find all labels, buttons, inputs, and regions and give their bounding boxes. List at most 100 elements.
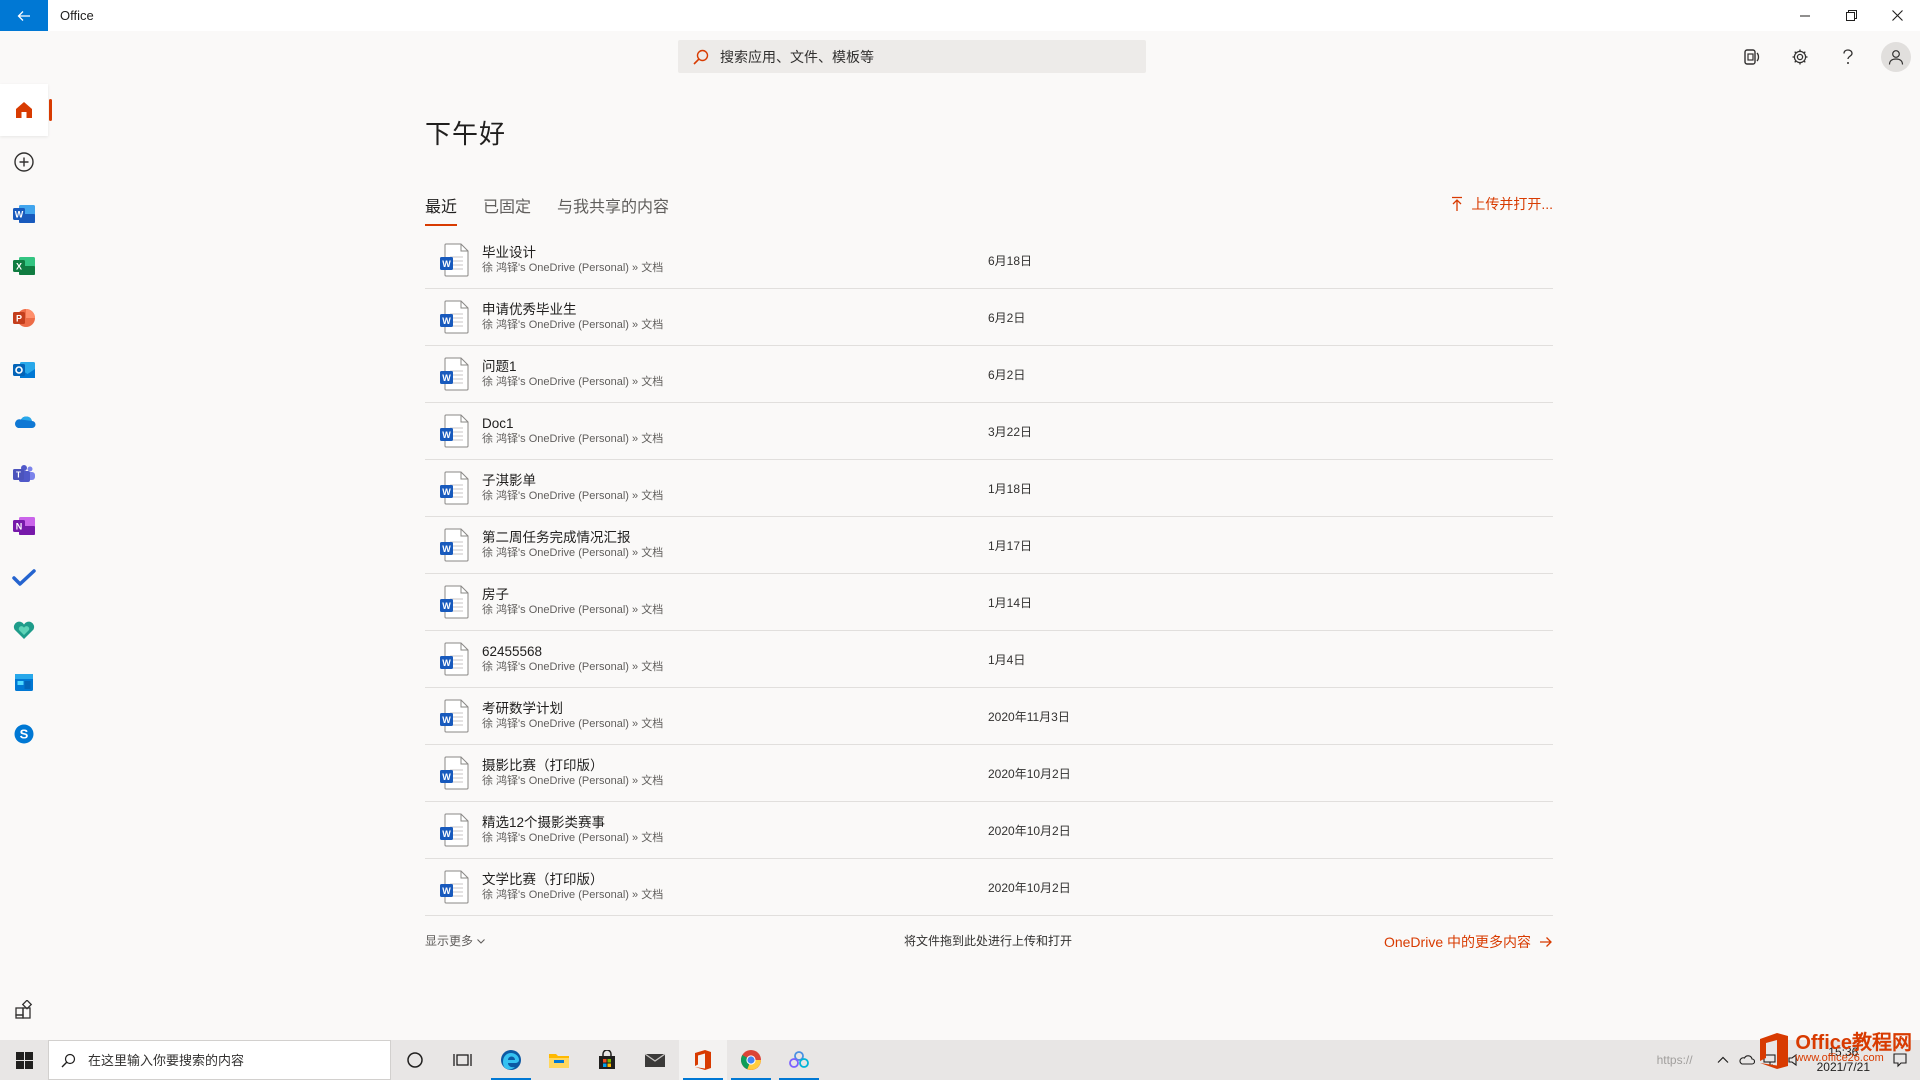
rail-item-teams[interactable]: T bbox=[0, 448, 48, 500]
rail-item-todo[interactable] bbox=[0, 552, 48, 604]
rail-item-excel[interactable]: X bbox=[0, 240, 48, 292]
rail-item-onedrive[interactable] bbox=[0, 396, 48, 448]
file-row[interactable]: W 申请优秀毕业生 徐 鸿铎's OneDrive (Personal) » 文… bbox=[425, 289, 1553, 346]
file-name: 房子 bbox=[482, 587, 509, 602]
rail-item-create[interactable] bbox=[0, 136, 48, 188]
svg-text:W: W bbox=[442, 658, 451, 668]
tab-shared-with-me[interactable]: 与我共享的内容 bbox=[557, 193, 669, 224]
upload-arrow-icon bbox=[1452, 196, 1463, 211]
back-button[interactable] bbox=[0, 0, 48, 31]
avatar bbox=[1881, 41, 1911, 72]
file-location: 徐 鸿铎's OneDrive (Personal) » 文档 bbox=[482, 661, 664, 673]
file-modified-date: 1月18日 bbox=[988, 481, 1033, 496]
file-name: 摄影比赛（打印版） bbox=[482, 758, 604, 773]
svg-text:W: W bbox=[442, 772, 451, 782]
help-button[interactable] bbox=[1824, 40, 1872, 73]
chevron-down-icon bbox=[477, 938, 485, 944]
file-row[interactable]: W 第二周任务完成情况汇报 徐 鸿铎's OneDrive (Personal)… bbox=[425, 517, 1553, 574]
more-in-onedrive-link[interactable]: OneDrive 中的更多内容 bbox=[1384, 932, 1553, 952]
tray-overflow-button[interactable] bbox=[1711, 1040, 1735, 1080]
rail-item-outlook[interactable] bbox=[0, 344, 48, 396]
close-button[interactable] bbox=[1874, 0, 1920, 31]
svg-text:W: W bbox=[442, 886, 451, 896]
search-box[interactable] bbox=[678, 40, 1146, 73]
settings-button[interactable] bbox=[1776, 40, 1824, 73]
close-icon bbox=[1891, 10, 1903, 21]
taskbar-app-office[interactable] bbox=[679, 1040, 727, 1080]
file-modified-date: 6月18日 bbox=[988, 253, 1033, 268]
file-row[interactable]: W 62455568 徐 鸿铎's OneDrive (Personal) » … bbox=[425, 631, 1553, 688]
cortana-button[interactable] bbox=[391, 1040, 439, 1080]
taskbar-search[interactable] bbox=[48, 1040, 391, 1080]
taskbar-app-edge[interactable] bbox=[487, 1040, 535, 1080]
svg-text:W: W bbox=[442, 601, 451, 611]
device-feedback-icon bbox=[1744, 48, 1760, 65]
file-row[interactable]: W 毕业设计 徐 鸿铎's OneDrive (Personal) » 文档 6… bbox=[425, 232, 1553, 289]
file-row[interactable]: W 摄影比赛（打印版） 徐 鸿铎's OneDrive (Personal) »… bbox=[425, 745, 1553, 802]
taskbar-app-chrome[interactable] bbox=[727, 1040, 775, 1080]
rail-item-word[interactable]: W bbox=[0, 188, 48, 240]
brand-name: Office教程网 bbox=[1795, 1032, 1912, 1054]
rail-item-powerpoint[interactable]: P bbox=[0, 292, 48, 344]
tray-onedrive-button[interactable] bbox=[1735, 1040, 1759, 1080]
svg-text:W: W bbox=[442, 544, 451, 554]
account-button[interactable] bbox=[1872, 40, 1920, 73]
svg-text:W: W bbox=[442, 373, 451, 383]
rail-item-home[interactable] bbox=[0, 84, 52, 136]
file-location: 徐 鸿铎's OneDrive (Personal) » 文档 bbox=[482, 319, 664, 331]
file-modified-date: 1月14日 bbox=[988, 595, 1033, 610]
restore-icon bbox=[1845, 10, 1857, 21]
family-safety-icon bbox=[13, 621, 35, 639]
file-row[interactable]: W Doc1 徐 鸿铎's OneDrive (Personal) » 文档 3… bbox=[425, 403, 1553, 460]
svg-text:S: S bbox=[20, 727, 29, 742]
minimize-button[interactable] bbox=[1782, 0, 1828, 31]
start-button[interactable] bbox=[0, 1040, 48, 1080]
file-name: 问题1 bbox=[482, 359, 517, 374]
tab-pinned[interactable]: 已固定 bbox=[483, 193, 531, 224]
word-icon: W bbox=[13, 205, 35, 223]
file-row[interactable]: W 精选12个摄影类赛事 徐 鸿铎's OneDrive (Personal) … bbox=[425, 802, 1553, 859]
file-row[interactable]: W 考研数学计划 徐 鸿铎's OneDrive (Personal) » 文档… bbox=[425, 688, 1553, 745]
title-bar: Office bbox=[0, 0, 1920, 31]
file-name: Doc1 bbox=[482, 416, 514, 431]
tab-recent[interactable]: 最近 bbox=[425, 193, 458, 226]
file-meta: 62455568 徐 鸿铎's OneDrive (Personal) » 文档 bbox=[482, 643, 988, 675]
todo-icon bbox=[12, 569, 36, 586]
rail-item-calendar[interactable] bbox=[0, 656, 48, 708]
task-view-button[interactable] bbox=[439, 1040, 487, 1080]
file-row[interactable]: W 房子 徐 鸿铎's OneDrive (Personal) » 文档 1月1… bbox=[425, 574, 1553, 631]
word-document-icon: W bbox=[439, 357, 469, 391]
teams-icon: T bbox=[13, 465, 35, 482]
file-meta: 申请优秀毕业生 徐 鸿铎's OneDrive (Personal) » 文档 bbox=[482, 301, 988, 333]
feedback-button[interactable] bbox=[1728, 40, 1776, 73]
onenote-icon: N bbox=[13, 517, 35, 535]
help-icon bbox=[1843, 48, 1853, 64]
word-document-icon: W bbox=[439, 585, 469, 619]
file-row[interactable]: W 文学比赛（打印版） 徐 鸿铎's OneDrive (Personal) »… bbox=[425, 859, 1553, 916]
file-meta: 毕业设计 徐 鸿铎's OneDrive (Personal) » 文档 bbox=[482, 244, 988, 276]
file-name: 子淇影单 bbox=[482, 473, 536, 488]
outlook-icon bbox=[13, 362, 35, 378]
skype-icon: S bbox=[14, 724, 34, 744]
rail-item-family-safety[interactable] bbox=[0, 604, 48, 656]
file-row[interactable]: W 问题1 徐 鸿铎's OneDrive (Personal) » 文档 6月… bbox=[425, 346, 1553, 403]
taskbar-search-input[interactable] bbox=[88, 1052, 368, 1068]
rail-item-onenote[interactable]: N bbox=[0, 500, 48, 552]
taskbar-app-mail[interactable] bbox=[631, 1040, 679, 1080]
rail-item-skype[interactable]: S bbox=[0, 708, 48, 760]
svg-text:W: W bbox=[442, 715, 451, 725]
taskbar-app-file-explorer[interactable] bbox=[535, 1040, 583, 1080]
file-name: 考研数学计划 bbox=[482, 701, 563, 716]
file-meta: 问题1 徐 鸿铎's OneDrive (Personal) » 文档 bbox=[482, 358, 988, 390]
office-icon bbox=[695, 1050, 711, 1070]
arrow-right-icon bbox=[1540, 937, 1552, 947]
file-name: 毕业设计 bbox=[482, 245, 536, 260]
show-more-button[interactable]: 显示更多 bbox=[425, 932, 486, 949]
restore-button[interactable] bbox=[1828, 0, 1874, 31]
upload-open-link[interactable]: 上传并打开... bbox=[1451, 194, 1553, 214]
taskbar-app-store[interactable] bbox=[583, 1040, 631, 1080]
file-row[interactable]: W 子淇影单 徐 鸿铎's OneDrive (Personal) » 文档 1… bbox=[425, 460, 1553, 517]
search-input[interactable] bbox=[720, 48, 1120, 65]
rail-item-apps[interactable] bbox=[0, 984, 48, 1036]
taskbar-app-cloud[interactable] bbox=[775, 1040, 823, 1080]
